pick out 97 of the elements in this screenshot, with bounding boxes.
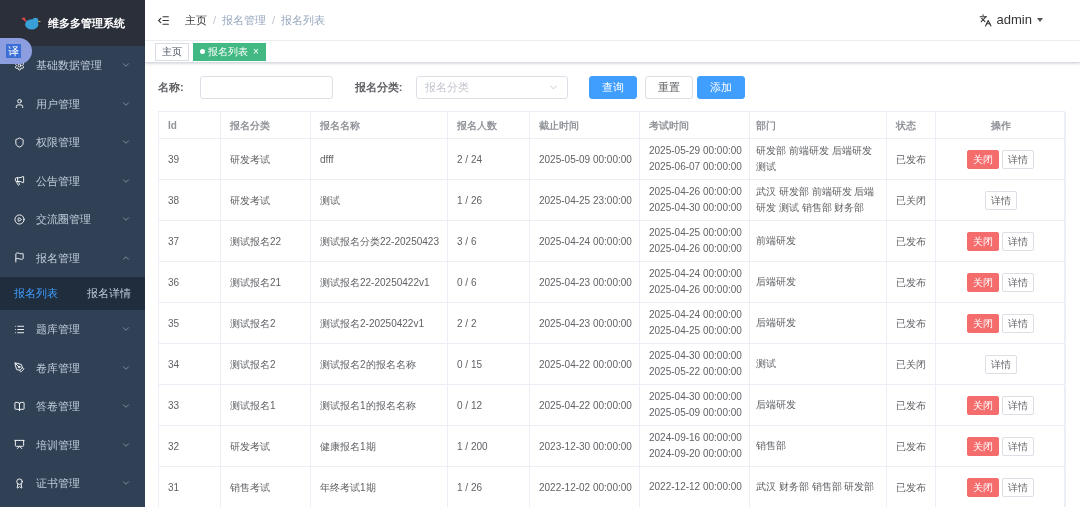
status-cell-text: 已发布 [896,316,926,331]
table-cell-text: 测试 [756,160,777,174]
table-cell-text: 2025-04-26 00:00:00 [649,185,742,199]
table-cell-text: 0 / 12 [457,398,483,413]
table-cell-text: 2025-04-30 00:00:00 [649,201,742,215]
table-cell-text: 2024-09-20 00:00:00 [649,447,742,461]
table-cell-text: 31 [168,480,180,495]
table-cell-text: 2 / 24 [457,152,483,167]
table-cell-text: 2025-04-24 00:00:00 [539,234,632,249]
table-cell-text: 武汉 研发部 前端研发 后端 [756,185,875,199]
table-cell-text: 2025-04-25 23:00:00 [539,193,632,208]
table-cell-text: 2023-12-30 00:00:00 [539,439,632,454]
column-header: 操作 [990,118,1011,133]
table-cell-text: 后端研发 [756,398,796,412]
table-cell-text: 2025-04-25 00:00:00 [649,324,742,338]
table-cell-text: 37 [168,234,180,249]
table-cell-text: dfff [320,152,334,167]
table-cell-text: 测试报名22 [230,234,282,249]
table-cell-text: 1 / 200 [457,439,488,454]
status-cell-text: 已发布 [896,275,926,290]
status-cell-text: 已发布 [896,152,926,167]
column-header: 报名人数 [457,118,497,133]
table-cell-text: 2025-04-30 00:00:00 [649,349,742,363]
table-cell-text: 后端研发 [756,275,796,289]
breadcrumb-separator: / [272,12,276,28]
table-cell-text: 2025-04-23 00:00:00 [539,316,632,331]
table-cell-text: 销售考试 [230,480,270,495]
app-title: 维多多管理系统 [48,15,125,31]
table-cell-text: 前端研发 [756,234,796,248]
table-cell-text: 35 [168,316,180,331]
status-cell-text: 已发布 [896,398,926,413]
table-cell-text: 研发考试 [230,152,270,167]
table-cell-text: 测试 [756,357,776,371]
table-cell-text: 2025-05-22 00:00:00 [649,365,742,379]
table-cell-text: 测试报名1 [230,398,276,413]
status-cell-text: 已关闭 [896,193,926,208]
table-cell-text: 33 [168,398,180,413]
table-cell-text: 3 / 6 [457,234,477,249]
table-cell-text: 测试报名2-20250422v1 [320,316,424,331]
column-header: 考试时间 [649,118,689,133]
breadcrumb-separator: / [213,12,217,28]
table-cell-text: 测试报名2的报名名称 [320,357,416,372]
table-cell-text: 测试报名2 [230,316,276,331]
breadcrumb-item: 报名列表 [281,12,326,28]
table-cell-text: 年终考试1期 [320,480,376,495]
table-cell-text: 1 / 26 [457,193,483,208]
column-header: 部门 [756,118,776,133]
table-cell-text: 34 [168,357,180,372]
status-cell-text: 已发布 [896,439,926,454]
table-cell-text: 2025-06-07 00:00:00 [649,160,742,174]
table-cell-text: 2025-04-30 00:00:00 [649,390,742,404]
table-cell-text: 测试报名22-20250422v1 [320,275,430,290]
column-header: Id [168,118,177,133]
table-cell-text: 测试 [320,193,340,208]
table-cell-text: 2025-05-29 00:00:00 [649,144,742,158]
table-cell-text: 0 / 15 [457,357,483,372]
table-cell-text: 2024-09-16 00:00:00 [649,431,742,445]
column-header: 报名名称 [320,118,360,133]
table-cell-text: 2025-05-09 00:00:00 [539,152,632,167]
table-cell-text: 研发考试 [230,193,270,208]
table-cell-text: 2025-04-24 00:00:00 [649,308,742,322]
status-cell-text: 已发布 [896,234,926,249]
table-cell-text: 健康报名1期 [320,439,376,454]
table-cell-text: 研发考试 [230,439,270,454]
table-cell-text: 后端研发 [756,316,796,330]
column-header: 截止时间 [539,118,579,133]
table-cell-text: 32 [168,439,180,454]
table-cell-text: 2022-12-12 00:00:00 [649,480,742,494]
table-cell-text: 2025-04-22 00:00:00 [539,398,632,413]
filter-label: 名称: [158,79,184,95]
table-cell-text: 2025-04-23 00:00:00 [539,275,632,290]
table-cell-text: 研发部 前端研发 后端研发 [756,144,872,158]
table-cell-text: 2025-04-25 00:00:00 [649,226,742,240]
table-cell-text: 36 [168,275,180,290]
table-cell-text: 测试报名分类22-20250423 [320,234,439,249]
table-cell-text: 研发 测试 销售部 财务部 [756,201,866,215]
table-cell-text: 2 / 2 [457,316,477,331]
table-cell-text: 2022-12-02 00:00:00 [539,480,632,495]
table-cell-text: 2025-04-22 00:00:00 [539,357,632,372]
filter-label: 报名分类: [354,79,403,95]
column-header: 状态 [896,118,916,133]
table-cell-text: 0 / 6 [457,275,477,290]
status-cell-text: 已发布 [896,480,926,495]
table-cell-text: 2025-05-09 00:00:00 [649,406,742,420]
table-cell-text: 2025-04-26 00:00:00 [649,283,742,297]
status-cell-text: 已关闭 [896,357,926,372]
table-cell-text: 测试报名1的报名名称 [320,398,416,413]
table-cell-text: 1 / 26 [457,480,483,495]
table-cell-text: 38 [168,193,180,208]
table-cell-text: 测试报名2 [230,357,276,372]
table-cell-text: 武汉 财务部 销售部 研发部 [756,480,875,494]
table-cell-text: 销售部 [756,439,786,453]
table-cell-text: 测试报名21 [230,275,282,290]
table-cell-text: 2025-04-26 00:00:00 [649,242,742,256]
column-header: 报名分类 [230,118,270,133]
table-cell-text: 39 [168,152,180,167]
table-cell-text: 2025-04-24 00:00:00 [649,267,742,281]
